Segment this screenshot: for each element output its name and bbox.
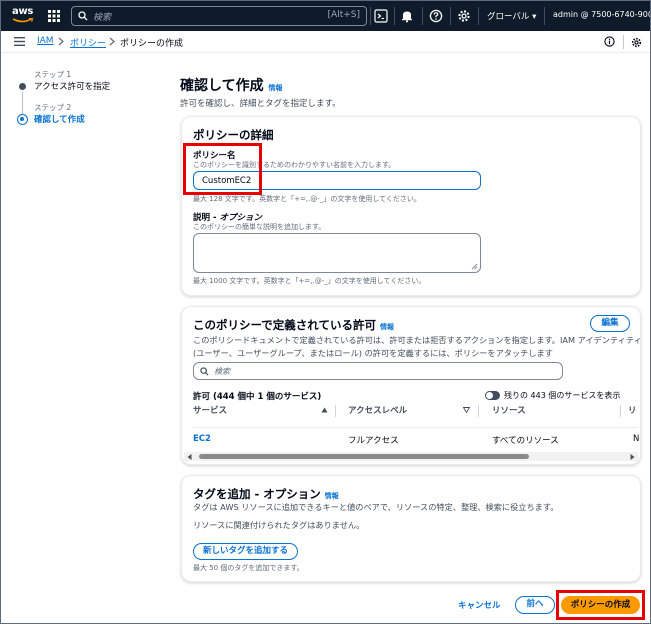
search-icon — [78, 11, 88, 21]
search-placeholder: 検索 — [214, 367, 230, 376]
header-rule — [193, 427, 638, 428]
tags-title: タグを追加 - オプション 情報 — [193, 486, 339, 502]
console-window: aws 検索 [Alt+S] グローバル ▾ admin @ 7500-6740… — [0, 0, 651, 624]
sort-ascending-icon[interactable] — [321, 407, 328, 413]
page-description: 許可を確認し、詳細とタグを指定します。 — [180, 99, 341, 109]
step-1-title[interactable]: アクセス許可を指定 — [34, 80, 110, 92]
column-header-service[interactable]: サービス — [193, 404, 227, 416]
bell-icon[interactable] — [400, 9, 414, 23]
column-header-access-level[interactable]: アクセスレベル — [348, 404, 407, 416]
aws-logo-text: aws — [12, 6, 34, 17]
chevron-right-icon — [109, 37, 115, 46]
column-divider[interactable] — [335, 405, 336, 417]
info-link[interactable]: 情報 — [325, 492, 339, 500]
permissions-count: 許可 (444 個中 1 個のサービス) — [193, 392, 322, 402]
aws-logo[interactable]: aws — [11, 5, 37, 27]
description-hint: このポリシーの簡単な説明を追加します。 — [193, 223, 326, 231]
previous-button[interactable]: 前へ — [515, 596, 555, 614]
tags-empty-text: リソースに関連付けられたタグはありません。 — [193, 520, 365, 530]
breadcrumb-iam[interactable]: IAM — [37, 36, 54, 46]
global-search-input[interactable]: 検索 [Alt+S] — [71, 6, 367, 26]
column-divider[interactable] — [478, 405, 479, 417]
divider — [544, 7, 545, 25]
description-constraint: 最大 1000 文字です。英数字と「+=,.@-_」の文字を使用してください。 — [193, 277, 426, 285]
search-placeholder: 検索 — [93, 13, 112, 23]
info-link[interactable]: 情報 — [380, 323, 394, 331]
permissions-description: このポリシードキュメントで定義されている許可は、許可または拒否するアクションを指… — [193, 334, 641, 360]
tags-limit: 最大 50 個のタグを追加できます。 — [193, 564, 304, 572]
column-divider[interactable] — [620, 405, 621, 417]
chevron-right-icon — [58, 37, 64, 46]
scroll-left-icon[interactable] — [187, 454, 192, 460]
show-remaining-toggle[interactable] — [485, 391, 500, 400]
breadcrumb-bar: IAM ポリシー ポリシーの作成 — [1, 31, 650, 53]
policy-name-constraint: 最大 128 文字です。英数字と「+=,.@-_」の文字を使用してください。 — [193, 195, 421, 203]
menu-icon[interactable] — [14, 37, 25, 46]
column-header-next[interactable]: リ — [628, 404, 637, 416]
services-grid-icon[interactable] — [48, 10, 60, 22]
help-icon[interactable] — [429, 9, 443, 23]
region-selector[interactable]: グローバル ▾ — [487, 10, 536, 22]
gear-icon[interactable] — [457, 9, 471, 23]
step-1-dot — [19, 83, 26, 90]
divider — [450, 7, 451, 25]
description-textarea[interactable] — [193, 233, 481, 273]
edit-button[interactable]: 編集 — [590, 315, 630, 332]
step-1-number: ステップ 1 — [34, 70, 72, 79]
step-2-title: 確認して作成 — [34, 115, 85, 125]
scroll-right-icon[interactable] — [630, 454, 635, 460]
highlight-box-policy-name — [183, 143, 262, 195]
divider — [422, 7, 423, 25]
breadcrumb-current: ポリシーの作成 — [120, 39, 184, 49]
column-header-resource[interactable]: リソース — [492, 404, 526, 416]
permissions-description-line: このポリシードキュメントで定義されている許可は、許可または拒否するアクションを指… — [193, 335, 641, 345]
cancel-button[interactable]: キャンセル — [458, 599, 501, 611]
step-2-number: ステップ 2 — [34, 103, 72, 112]
scrollbar-thumb[interactable] — [199, 454, 529, 459]
add-tag-button[interactable]: 新しいタグを追加する — [193, 543, 298, 560]
permissions-title-text: このポリシーで定義されている許可 — [193, 318, 376, 332]
divider — [478, 7, 479, 25]
info-link[interactable]: 情報 — [268, 84, 282, 92]
divider — [370, 7, 371, 25]
permissions-description-line: (ユーザー、ユーザーグループ、またはロール) の許可を定義するには、ポリシーをア… — [193, 348, 553, 358]
divider — [623, 35, 624, 49]
page-title: 確認して作成 情報 — [180, 75, 282, 95]
step-2-indicator — [17, 114, 28, 125]
permissions-card: このポリシーで定義されている許可 情報 編集 このポリシードキュメントで定義され… — [181, 306, 641, 465]
aws-smile-icon — [12, 18, 34, 23]
permissions-search-input[interactable]: 検索 — [193, 362, 563, 380]
resize-handle-icon[interactable] — [471, 263, 478, 270]
card-title: ポリシーの詳細 — [193, 128, 274, 142]
permissions-title: このポリシーで定義されている許可 情報 — [193, 317, 394, 333]
step-connector — [22, 92, 23, 114]
row-access-level: フルアクセス — [348, 436, 399, 446]
toggle-label: 残りの 443 個のサービスを表示 — [504, 391, 621, 400]
cloudshell-icon[interactable] — [374, 9, 388, 23]
row-service-link[interactable]: EC2 — [193, 434, 211, 444]
sort-icon[interactable] — [463, 407, 470, 413]
preferences-icon[interactable] — [631, 37, 642, 48]
breadcrumb-policies[interactable]: ポリシー — [70, 36, 106, 49]
page-title-text: 確認して作成 — [180, 78, 264, 94]
info-icon[interactable] — [604, 36, 615, 47]
divider — [394, 7, 395, 25]
horizontal-scrollbar[interactable] — [184, 452, 638, 461]
highlight-box-create-button — [556, 590, 645, 620]
tags-card: タグを追加 - オプション 情報 タグは AWS リソースに追加できるキーと値の… — [181, 475, 641, 582]
row-resource: すべてのリソース — [492, 436, 559, 446]
tags-title-text: タグを追加 - オプション — [193, 487, 321, 501]
account-menu[interactable]: admin @ 7500-6740-9009 ▾ — [553, 10, 650, 19]
tags-description: タグは AWS リソースに追加できるキーと値のペアで、リソースの特定、整理、検索… — [193, 502, 559, 512]
search-icon — [200, 367, 209, 376]
search-shortcut: [Alt+S] — [327, 10, 360, 20]
row-extra: No — [633, 434, 640, 444]
top-navigation: aws 検索 [Alt+S] グローバル ▾ admin @ 7500-6740… — [1, 1, 650, 31]
